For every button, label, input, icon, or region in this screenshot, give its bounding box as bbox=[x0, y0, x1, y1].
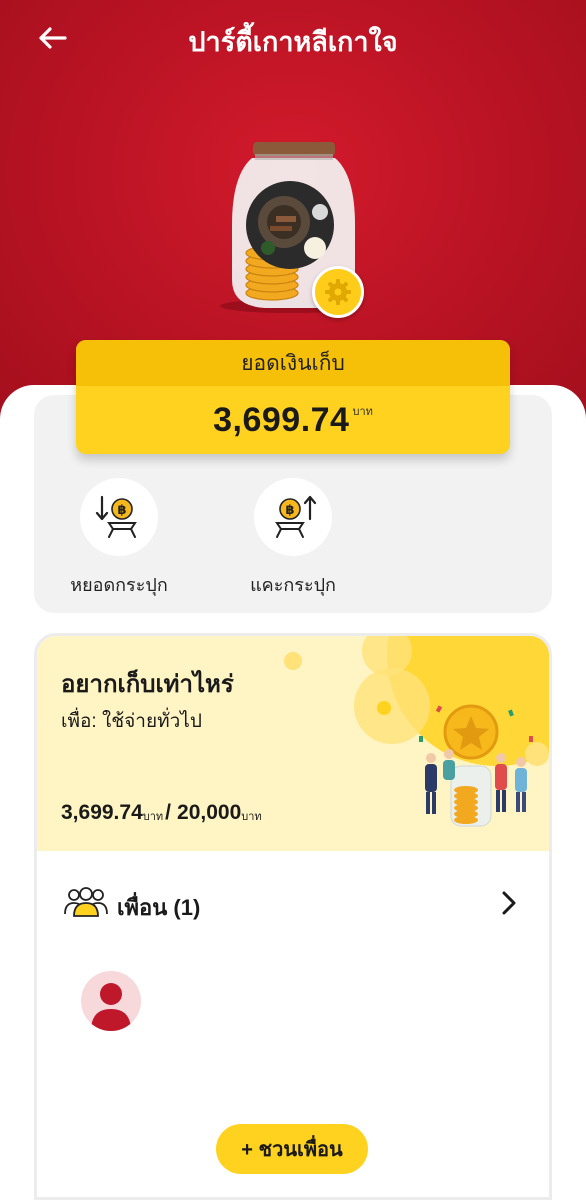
goal-target-unit: บาท bbox=[241, 811, 262, 823]
friends-row[interactable]: เพื่อน (1) bbox=[37, 872, 549, 932]
deposit-coin-icon: ฿ bbox=[95, 495, 137, 538]
goal-progress-text: 3,699.74 บาท / 20,000 บาท bbox=[61, 801, 264, 825]
deposit-button[interactable]: ฿ หยอดกระปุก bbox=[49, 478, 189, 599]
balance-card: ยอดเงินเก็บ 3,699.74 บาท bbox=[76, 340, 510, 454]
withdraw-coin-icon: ฿ bbox=[275, 495, 317, 538]
svg-text:฿: ฿ bbox=[117, 503, 126, 518]
balance-amount: 3,699.74 bbox=[213, 400, 350, 439]
balance-unit: บาท bbox=[352, 406, 373, 418]
goal-title: อยากเก็บเท่าไหร่ bbox=[61, 671, 234, 698]
gear-icon bbox=[325, 279, 351, 305]
jar-settings-button[interactable] bbox=[312, 266, 364, 318]
goal-purpose: เพื่อ: ใช้จ่ายทั่วไป bbox=[61, 711, 202, 732]
friends-label: เพื่อน (1) bbox=[117, 895, 201, 920]
goal-target-amount: 20,000 bbox=[177, 801, 242, 824]
goal-section[interactable]: อยากเก็บเท่าไหร่ เพื่อ: ใช้จ่ายทั่วไป 3,… bbox=[37, 636, 549, 851]
balance-label: ยอดเงินเก็บ bbox=[76, 340, 510, 386]
friend-avatar[interactable] bbox=[81, 971, 141, 1031]
friends-group-icon bbox=[64, 887, 108, 917]
withdraw-button[interactable]: ฿ แคะกระปุก bbox=[223, 478, 363, 599]
goal-current-amount: 3,699.74 bbox=[61, 801, 143, 824]
invite-friend-button[interactable]: + ชวนเพื่อน bbox=[216, 1124, 368, 1174]
deposit-label: หยอดกระปุก bbox=[70, 575, 168, 595]
withdraw-label: แคะกระปุก bbox=[250, 575, 336, 595]
goal-card: อยากเก็บเท่าไหร่ เพื่อ: ใช้จ่ายทั่วไป 3,… bbox=[34, 633, 552, 1200]
user-avatar-icon bbox=[91, 983, 131, 1031]
goal-current-unit: บาท bbox=[142, 811, 164, 823]
page-title: ปาร์ตี้เกาหลีเกาใจ bbox=[188, 27, 398, 57]
chevron-right-icon bbox=[502, 891, 516, 915]
celebration-illustration bbox=[419, 704, 533, 827]
svg-text:฿: ฿ bbox=[285, 503, 294, 518]
goal-separator: / bbox=[165, 801, 172, 824]
